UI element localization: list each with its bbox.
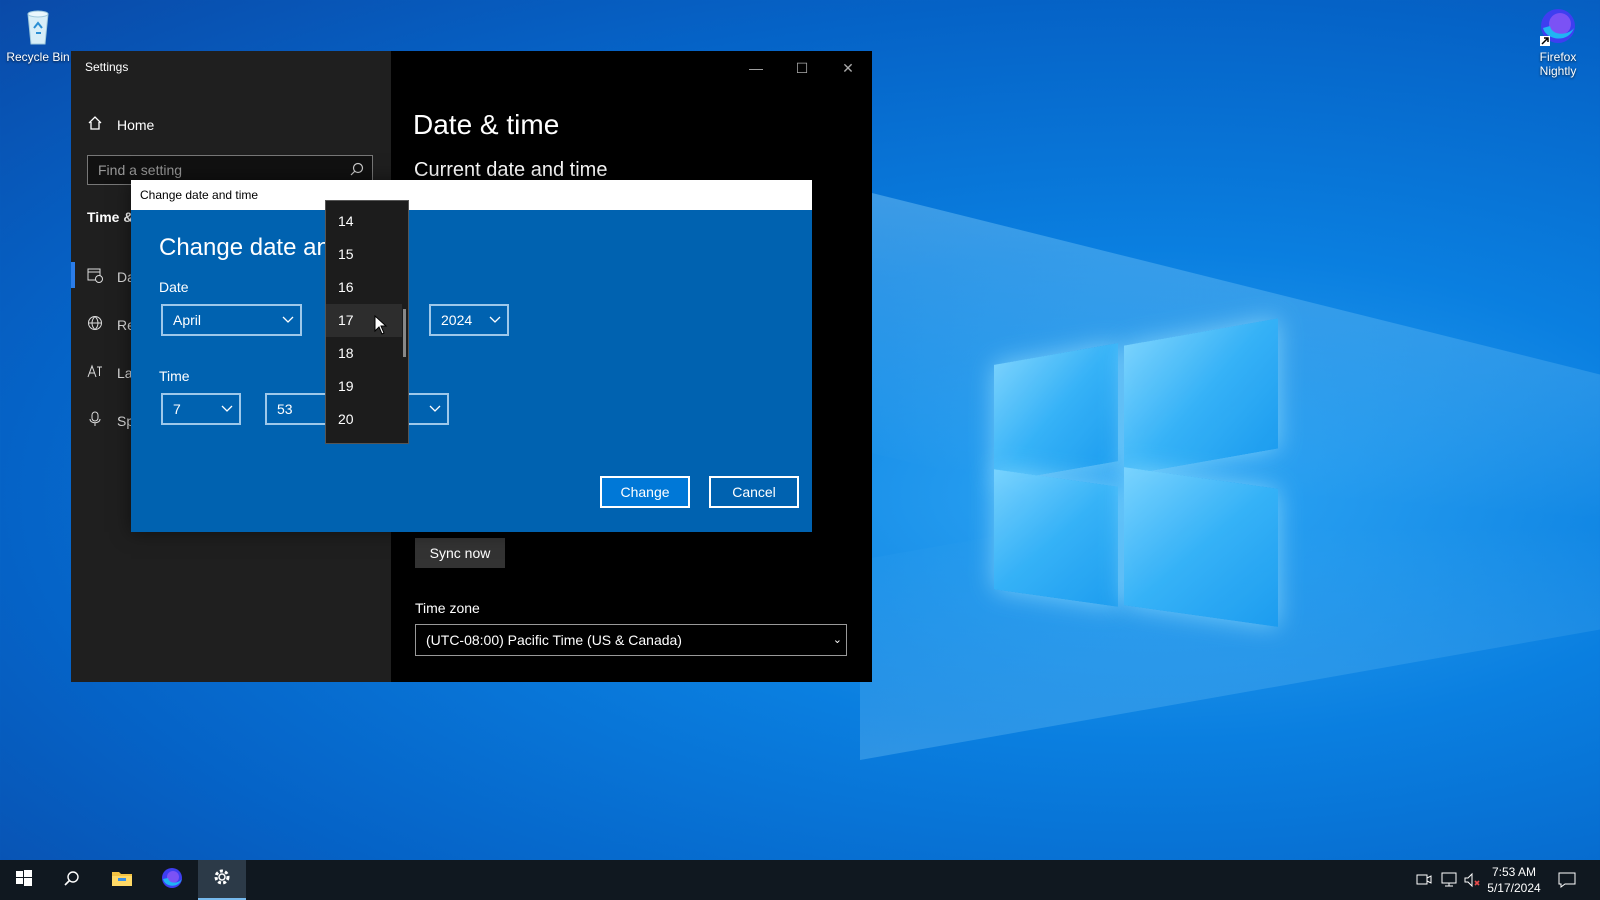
sidebar-item-region[interactable]: Re [87, 315, 135, 334]
section-title: Current date and time [414, 159, 608, 181]
taskbar-clock[interactable]: 7:53 AM 5/17/2024 [1482, 864, 1546, 896]
minimize-button[interactable]: — [734, 55, 778, 81]
file-explorer-icon [111, 869, 133, 892]
hour-value: 7 [173, 401, 181, 417]
home-icon [87, 115, 103, 134]
day-option[interactable]: 18 [326, 337, 402, 370]
sidebar-item-language[interactable]: La [87, 363, 133, 382]
taskbar-file-explorer[interactable] [98, 860, 146, 900]
date-label: Date [159, 279, 189, 295]
time-label: Time [159, 368, 190, 384]
home-nav-item[interactable]: Home [87, 115, 154, 134]
mouse-cursor-icon [374, 314, 388, 340]
meet-now-icon[interactable] [1416, 872, 1434, 888]
taskbar-firefox[interactable] [148, 860, 196, 900]
microphone-icon [87, 411, 103, 430]
dropdown-scrollbar[interactable] [403, 309, 406, 357]
close-button[interactable]: ✕ [826, 55, 870, 81]
hour-dropdown[interactable]: 7 [161, 393, 241, 425]
desktop-icon-firefox-nightly[interactable]: Firefox Nightly [1520, 6, 1596, 78]
clock-date: 5/17/2024 [1487, 881, 1541, 895]
window-title: Settings [85, 60, 129, 74]
day-option[interactable]: 14 [326, 205, 402, 238]
sidebar-item-speech[interactable]: Sp [87, 411, 134, 430]
taskbar-search-button[interactable] [48, 860, 96, 900]
settings-icon [212, 867, 232, 892]
time-zone-value: (UTC-08:00) Pacific Time (US & Canada) [426, 632, 682, 648]
day-option[interactable]: 15 [326, 238, 402, 271]
search-placeholder: Find a setting [98, 162, 183, 178]
globe-icon [87, 315, 103, 334]
month-dropdown[interactable]: April [161, 304, 302, 336]
year-value: 2024 [441, 312, 473, 328]
dialog-titlebar: Change date and time [131, 180, 812, 210]
desktop-icon-label: Recycle Bin [6, 50, 70, 64]
day-option[interactable]: 20 [326, 403, 402, 436]
calendar-clock-icon [87, 267, 103, 286]
start-button[interactable] [0, 860, 48, 900]
search-icon [350, 162, 364, 179]
search-icon [64, 870, 80, 891]
notifications-icon[interactable] [1558, 872, 1576, 888]
maximize-button[interactable]: ☐ [780, 55, 824, 81]
chevron-down-icon [489, 312, 501, 323]
start-icon [16, 869, 32, 891]
windows-logo-wallpaper [994, 318, 1284, 627]
chevron-down-icon: ⌄ [832, 634, 842, 646]
desktop-icon-recycle-bin[interactable]: Recycle Bin [0, 6, 76, 64]
chevron-down-icon [282, 312, 294, 323]
home-label: Home [117, 116, 155, 133]
minute-value: 53 [277, 401, 293, 417]
chevron-down-icon [221, 401, 233, 412]
year-dropdown[interactable]: 2024 [429, 304, 509, 336]
taskbar-settings[interactable] [198, 860, 246, 900]
chevron-down-icon [429, 401, 441, 412]
taskbar: 7:53 AM 5/17/2024 [0, 860, 1600, 900]
change-date-time-dialog: Change date and time Change date and Dat… [131, 180, 812, 532]
recycle-bin-icon [18, 6, 58, 46]
sidebar-group-title: Time & [87, 209, 134, 225]
month-value: April [173, 312, 202, 328]
firefox-nightly-icon [1538, 6, 1578, 46]
firefox-icon [161, 867, 183, 894]
day-dropdown-list[interactable]: 14 15 16 17 18 19 20 [325, 200, 409, 444]
sidebar-item-date-time[interactable]: Da [87, 267, 135, 286]
change-button[interactable]: Change [600, 476, 690, 508]
language-icon [87, 363, 103, 382]
day-option[interactable]: 19 [326, 370, 402, 403]
desktop-icon-label: Firefox Nightly [1539, 50, 1577, 78]
time-zone-label: Time zone [415, 600, 480, 616]
network-icon[interactable] [1440, 872, 1458, 888]
sync-now-button[interactable]: Sync now [415, 538, 505, 568]
dialog-heading: Change date and [159, 234, 344, 261]
volume-muted-icon[interactable] [1464, 872, 1482, 888]
clock-time: 7:53 AM [1491, 865, 1537, 879]
page-title: Date & time [413, 109, 560, 140]
day-option-selected[interactable]: 17 [326, 304, 402, 337]
active-nav-indicator [71, 262, 75, 288]
time-zone-dropdown[interactable]: (UTC-08:00) Pacific Time (US & Canada) ⌄ [415, 624, 847, 656]
day-option[interactable]: 16 [326, 271, 402, 304]
dialog-window-title: Change date and time [140, 188, 259, 202]
cancel-button[interactable]: Cancel [709, 476, 799, 508]
